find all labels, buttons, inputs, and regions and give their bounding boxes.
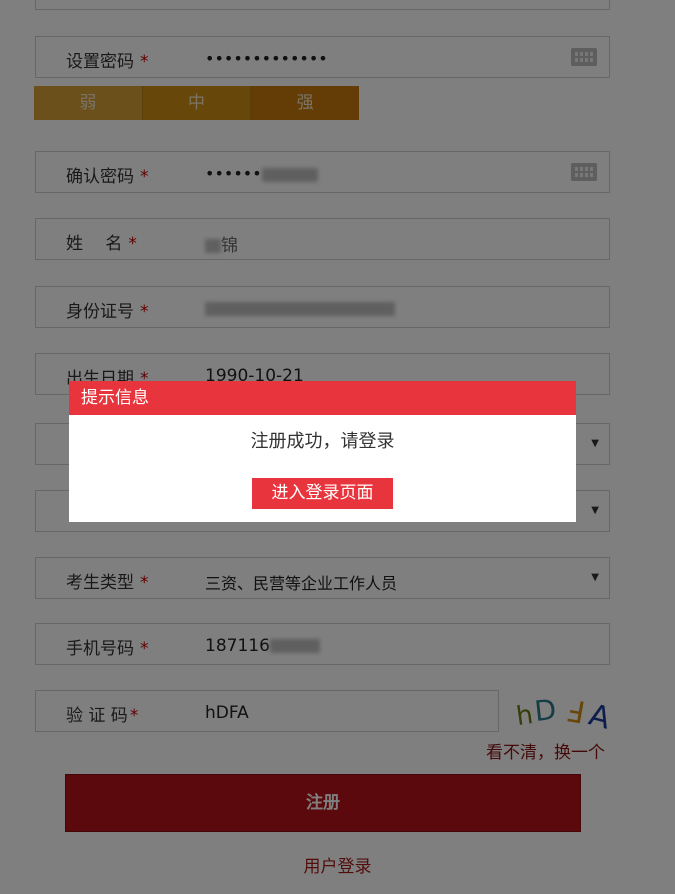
modal-title: 提示信息: [69, 381, 576, 415]
info-modal: 提示信息 注册成功，请登录 进入登录页面: [69, 381, 576, 522]
go-to-login-button[interactable]: 进入登录页面: [252, 478, 393, 509]
modal-message: 注册成功，请登录: [250, 431, 395, 452]
